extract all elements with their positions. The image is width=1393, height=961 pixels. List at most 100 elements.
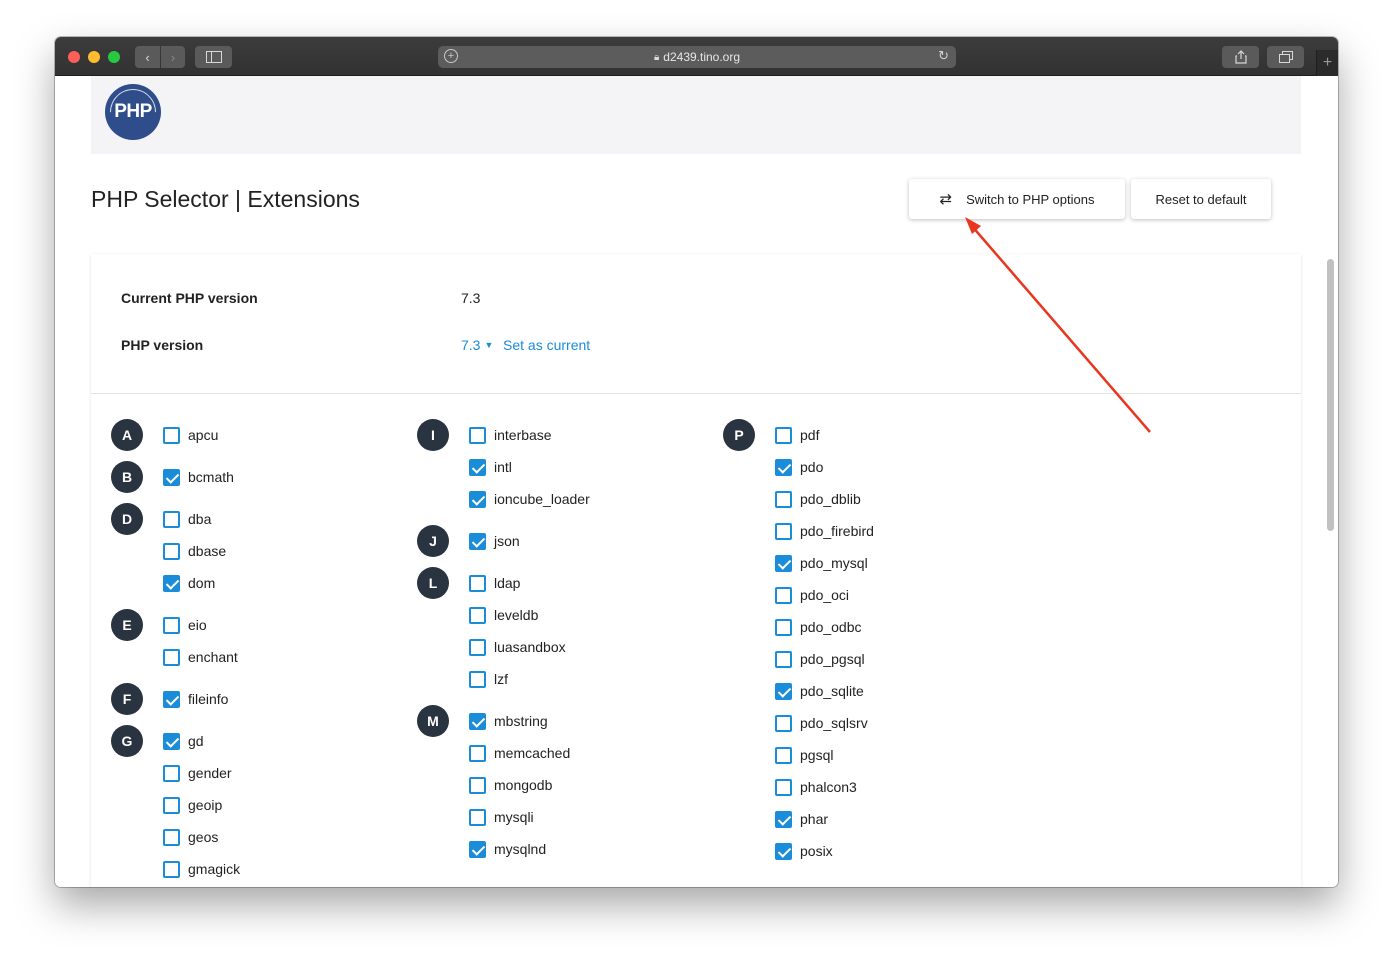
extension-checkbox[interactable] bbox=[469, 808, 486, 826]
extension-checkbox[interactable] bbox=[775, 522, 792, 540]
extension-item[interactable]: fileinfo bbox=[163, 690, 228, 708]
extension-checkbox[interactable] bbox=[163, 468, 180, 486]
extension-item[interactable]: phalcon3 bbox=[775, 778, 857, 796]
extension-checkbox[interactable] bbox=[469, 638, 486, 656]
share-button[interactable] bbox=[1222, 46, 1259, 68]
extension-item[interactable]: interbase bbox=[469, 426, 552, 444]
extension-item[interactable]: pgsql bbox=[775, 746, 833, 764]
extension-checkbox[interactable] bbox=[163, 616, 180, 634]
extension-checkbox[interactable] bbox=[775, 586, 792, 604]
extension-checkbox[interactable] bbox=[775, 842, 792, 860]
php-version-select[interactable]: 7.3 ▼ bbox=[461, 337, 493, 353]
extension-checkbox[interactable] bbox=[469, 606, 486, 624]
extension-item[interactable]: dba bbox=[163, 510, 211, 528]
extension-checkbox[interactable] bbox=[775, 554, 792, 572]
extension-checkbox[interactable] bbox=[775, 746, 792, 764]
extension-checkbox[interactable] bbox=[469, 840, 486, 858]
extension-item[interactable]: gd bbox=[163, 732, 204, 750]
extension-checkbox[interactable] bbox=[163, 796, 180, 814]
extension-checkbox[interactable] bbox=[775, 682, 792, 700]
new-tab-button[interactable]: + bbox=[1316, 50, 1338, 76]
extension-checkbox[interactable] bbox=[775, 650, 792, 668]
extension-checkbox[interactable] bbox=[163, 828, 180, 846]
extension-item[interactable]: pdo_sqlsrv bbox=[775, 714, 868, 732]
extension-item[interactable]: intl bbox=[469, 458, 512, 476]
sidebar-toggle-button[interactable] bbox=[195, 46, 232, 68]
extension-checkbox[interactable] bbox=[775, 618, 792, 636]
extension-item[interactable]: pdf bbox=[775, 426, 819, 444]
extension-name: gmagick bbox=[188, 861, 241, 877]
extension-checkbox[interactable] bbox=[163, 860, 180, 878]
extension-item[interactable]: lzf bbox=[469, 670, 508, 688]
extension-checkbox[interactable] bbox=[775, 714, 792, 732]
extension-checkbox[interactable] bbox=[163, 732, 180, 750]
extension-item[interactable]: dom bbox=[163, 574, 215, 592]
extension-item[interactable]: geoip bbox=[163, 796, 222, 814]
extension-item[interactable]: posix bbox=[775, 842, 833, 860]
extension-item[interactable]: mongodb bbox=[469, 776, 552, 794]
zoom-window-button[interactable] bbox=[108, 51, 120, 63]
extension-checkbox[interactable] bbox=[469, 490, 486, 508]
extension-checkbox[interactable] bbox=[163, 542, 180, 560]
switch-to-php-options-button[interactable]: ⇄ Switch to PHP options bbox=[909, 179, 1125, 219]
extension-checkbox[interactable] bbox=[163, 764, 180, 782]
extension-item[interactable]: json bbox=[469, 532, 520, 550]
extension-name: apcu bbox=[188, 427, 219, 443]
extension-checkbox[interactable] bbox=[775, 426, 792, 444]
extension-item[interactable]: apcu bbox=[163, 426, 218, 444]
extension-checkbox[interactable] bbox=[163, 426, 180, 444]
reset-to-default-button[interactable]: Reset to default bbox=[1131, 179, 1271, 219]
plus-icon[interactable]: + bbox=[444, 49, 458, 63]
extension-checkbox[interactable] bbox=[163, 574, 180, 592]
back-button[interactable]: ‹ bbox=[135, 46, 160, 68]
extension-checkbox[interactable] bbox=[469, 426, 486, 444]
extension-item[interactable]: mbstring bbox=[469, 712, 548, 730]
reload-icon[interactable]: ↻ bbox=[938, 48, 949, 64]
extension-item[interactable]: pdo_firebird bbox=[775, 522, 874, 540]
extension-name: bcmath bbox=[188, 469, 234, 485]
extension-checkbox[interactable] bbox=[469, 458, 486, 476]
extension-checkbox[interactable] bbox=[469, 532, 486, 550]
minimize-window-button[interactable] bbox=[88, 51, 100, 63]
extension-item[interactable]: geos bbox=[163, 828, 218, 846]
extension-item[interactable]: pdo_mysql bbox=[775, 554, 868, 572]
extension-item[interactable]: dbase bbox=[163, 542, 226, 560]
address-bar[interactable]: + 🔒︎ d2439.tino.org ↻ bbox=[438, 46, 956, 68]
extension-item[interactable]: gender bbox=[163, 764, 232, 782]
forward-button[interactable]: › bbox=[161, 46, 185, 68]
extension-item[interactable]: gmagick bbox=[163, 860, 240, 878]
extension-item[interactable]: pdo_odbc bbox=[775, 618, 862, 636]
extension-checkbox[interactable] bbox=[163, 510, 180, 528]
extension-item[interactable]: bcmath bbox=[163, 468, 234, 486]
extension-checkbox[interactable] bbox=[775, 490, 792, 508]
extension-checkbox[interactable] bbox=[469, 574, 486, 592]
extension-item[interactable]: mysqlnd bbox=[469, 840, 546, 858]
extension-checkbox[interactable] bbox=[775, 810, 792, 828]
extension-checkbox[interactable] bbox=[469, 712, 486, 730]
extension-checkbox[interactable] bbox=[469, 670, 486, 688]
extension-item[interactable]: ioncube_loader bbox=[469, 490, 590, 508]
set-as-current-link[interactable]: Set as current bbox=[503, 337, 590, 353]
extension-checkbox[interactable] bbox=[163, 648, 180, 666]
close-window-button[interactable] bbox=[68, 51, 80, 63]
extension-item[interactable]: pdo_pgsql bbox=[775, 650, 865, 668]
show-tabs-button[interactable] bbox=[1267, 46, 1304, 68]
extension-checkbox[interactable] bbox=[775, 458, 792, 476]
extension-checkbox[interactable] bbox=[469, 744, 486, 762]
extension-item[interactable]: leveldb bbox=[469, 606, 538, 624]
extension-checkbox[interactable] bbox=[163, 690, 180, 708]
extension-item[interactable]: mysqli bbox=[469, 808, 534, 826]
extension-item[interactable]: ldap bbox=[469, 574, 520, 592]
extension-checkbox[interactable] bbox=[775, 778, 792, 796]
extension-item[interactable]: pdo_oci bbox=[775, 586, 849, 604]
extension-item[interactable]: luasandbox bbox=[469, 638, 566, 656]
extension-item[interactable]: eio bbox=[163, 616, 207, 634]
extension-item[interactable]: pdo_dblib bbox=[775, 490, 861, 508]
extension-item[interactable]: pdo_sqlite bbox=[775, 682, 864, 700]
extension-checkbox[interactable] bbox=[469, 776, 486, 794]
extension-item[interactable]: pdo bbox=[775, 458, 823, 476]
extension-item[interactable]: enchant bbox=[163, 648, 238, 666]
page-scrollbar[interactable] bbox=[1327, 259, 1334, 531]
extension-item[interactable]: memcached bbox=[469, 744, 570, 762]
extension-item[interactable]: phar bbox=[775, 810, 828, 828]
